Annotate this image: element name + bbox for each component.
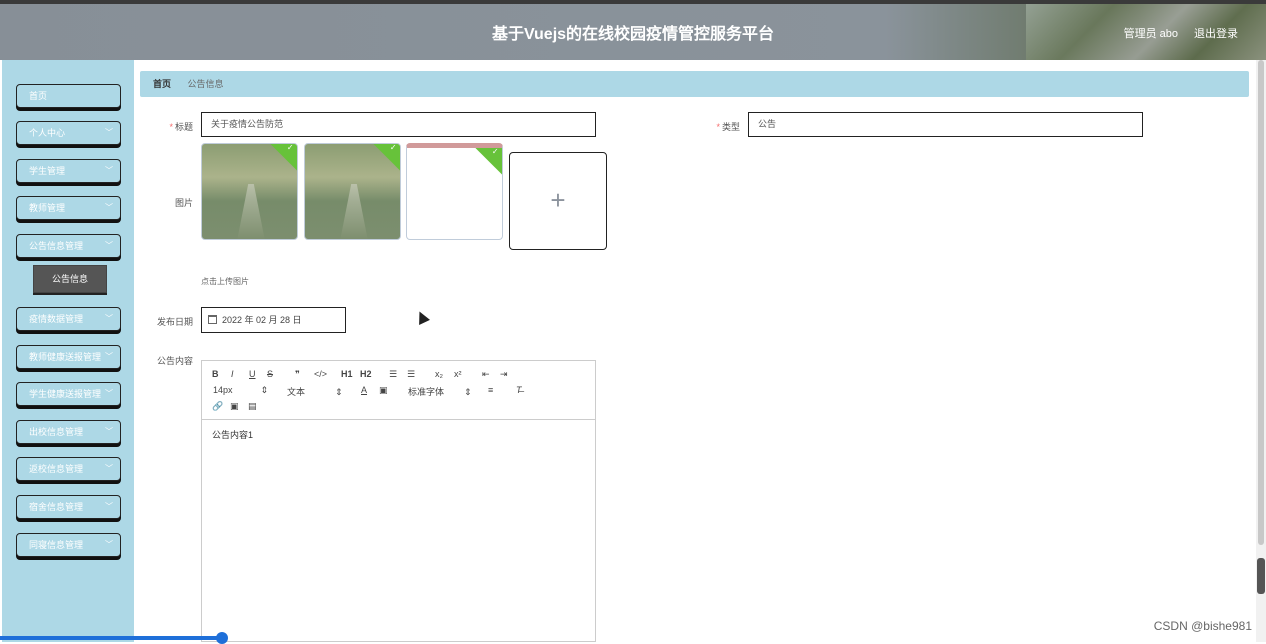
calendar-icon — [208, 315, 217, 324]
chevron-down-icon: ﹀ — [105, 502, 113, 511]
chevron-down-icon: ﹀ — [105, 540, 113, 549]
quote-button[interactable]: ❞ — [295, 369, 300, 380]
date-picker[interactable]: 2022 年 02 月 28 日 — [201, 307, 346, 333]
breadcrumb-current: 公告信息 — [187, 79, 224, 89]
type-input[interactable]: 公告 — [748, 112, 1143, 137]
scrollbar-thumb[interactable] — [1258, 60, 1264, 545]
image-content — [340, 184, 368, 239]
date-label: 发布日期 — [156, 317, 193, 327]
cursor-icon — [414, 309, 430, 325]
scrollbar-grip[interactable] — [1257, 558, 1265, 594]
video-icon[interactable]: ▤ — [248, 401, 257, 412]
outdent-icon[interactable]: ⇤ — [482, 369, 490, 380]
plus-icon: + — [550, 185, 566, 215]
chevron-down-icon: ﹀ — [105, 166, 113, 175]
menu-label: 个人中心 — [29, 128, 66, 138]
chevron-down-icon: ﹀ — [105, 314, 113, 323]
code-button[interactable]: </> — [314, 369, 327, 379]
title-label: * 标题 — [169, 122, 193, 132]
menu-label: 教师管理 — [29, 203, 66, 213]
menu-label: 同寝信息管理 — [29, 540, 84, 550]
uploaded-image[interactable]: ✓ — [201, 143, 298, 240]
upload-hint: 点击上传图片 — [201, 277, 249, 286]
align-icon[interactable]: ≡ — [488, 385, 493, 395]
bold-button[interactable]: B — [212, 369, 219, 379]
upload-button[interactable]: + — [509, 152, 607, 250]
strike-button[interactable]: S — [267, 369, 273, 379]
progress-knob[interactable] — [216, 632, 228, 644]
menu-item-leave-school[interactable]: 出校信息管理 ﹀ — [16, 420, 121, 444]
rich-text-editor: B I U S ❞ </> H1 H2 ☰ ☰ x₂ x² ⇤ ⇥ 14px ⇕ … — [201, 360, 596, 642]
menu-label: 学生健康送报管理 — [29, 389, 102, 399]
editor-content[interactable]: 公告内容1 — [202, 420, 595, 449]
date-value: 2022 年 02 月 28 日 — [222, 315, 302, 325]
menu-item-teacher-health[interactable]: 教师健康送报管理 ﹀ — [16, 345, 121, 369]
title-input[interactable]: 关于疫情公告防范 — [201, 112, 596, 137]
menu-item-student-health[interactable]: 学生健康送报管理 ﹀ — [16, 382, 121, 406]
menu-label: 出校信息管理 — [29, 427, 84, 437]
check-icon: ✓ — [474, 148, 502, 175]
editor-toolbar: B I U S ❞ </> H1 H2 ☰ ☰ x₂ x² ⇤ ⇥ 14px ⇕ … — [202, 361, 595, 420]
link-icon[interactable]: 🔗 — [212, 401, 223, 412]
chevron-down-icon: ﹀ — [105, 203, 113, 212]
subscript-button[interactable]: x₂ — [435, 369, 443, 379]
chevron-down-icon: ﹀ — [105, 427, 113, 436]
chevron-down-icon: ﹀ — [105, 352, 113, 361]
logout-link[interactable]: 退出登录 — [1194, 25, 1238, 41]
type-label: * 类型 — [716, 122, 740, 132]
menu-item-dormitory[interactable]: 宿舍信息管理 ﹀ — [16, 495, 121, 519]
menu-item-notices[interactable]: 公告信息管理 ﹀ — [16, 234, 121, 258]
image-icon[interactable]: ▣ — [230, 401, 239, 412]
ordered-list-button[interactable]: ☰ — [389, 369, 397, 380]
font-size-select[interactable]: 14px ⇕ — [213, 385, 268, 396]
menu-item-personal[interactable]: 个人中心 ﹀ — [16, 121, 121, 145]
indent-icon[interactable]: ⇥ — [500, 369, 508, 380]
breadcrumb: 首页 公告信息 — [140, 71, 1249, 97]
menu-item-return-school[interactable]: 返校信息管理 ﹀ — [16, 457, 121, 481]
app-title: 基于Vuejs的在线校园疫情管控服务平台 — [491, 26, 775, 43]
chevron-down-icon: ﹀ — [105, 464, 113, 473]
video-progress-bar[interactable] — [0, 632, 228, 644]
menu-label: 公告信息管理 — [29, 241, 84, 251]
bullet-list-button[interactable]: ☰ — [407, 369, 415, 380]
page-scrollbar[interactable] — [1256, 60, 1266, 642]
chevron-down-icon: ﹀ — [105, 389, 113, 398]
menu-label: 疫情数据管理 — [29, 314, 84, 324]
menu-item-teachers[interactable]: 教师管理 ﹀ — [16, 196, 121, 220]
heading-select[interactable]: 文本 ⇕ — [287, 385, 343, 398]
menu-label: 宿舍信息管理 — [29, 502, 84, 512]
underline-button[interactable]: U — [249, 369, 256, 379]
text-color-icon[interactable]: A — [361, 385, 367, 395]
chevron-down-icon: ﹀ — [105, 128, 113, 137]
menu-label: 教师健康送报管理 — [29, 352, 102, 362]
content-label: 公告内容 — [156, 356, 193, 366]
font-family-select[interactable]: 标准字体 ⇕ — [408, 385, 472, 398]
breadcrumb-home[interactable]: 首页 — [153, 79, 171, 89]
menu-item-home[interactable]: 首页 — [16, 84, 121, 108]
check-icon: ✓ — [372, 144, 400, 171]
menu-item-students[interactable]: 学生管理 ﹀ — [16, 159, 121, 183]
submenu-item-notice-info[interactable]: 公告信息 — [33, 265, 107, 293]
menu-label: 学生管理 — [29, 166, 66, 176]
sidebar: 首页 个人中心 ﹀ 学生管理 ﹀ 教师管理 ﹀ 公告信息管理 ﹀ 公告信息 疫情数据管理… — [2, 60, 134, 642]
background-color-icon[interactable]: ▣ — [379, 385, 388, 396]
superscript-button[interactable]: x² — [454, 369, 462, 379]
menu-label: 返校信息管理 — [29, 464, 84, 474]
menu-label: 首页 — [29, 91, 48, 101]
uploaded-image[interactable]: ✓ — [304, 143, 401, 240]
app-header: 基于Vuejs的在线校园疫情管控服务平台 管理员 abo 退出登录 — [0, 0, 1266, 60]
menu-item-roommates[interactable]: 同寝信息管理 ﹀ — [16, 533, 121, 557]
italic-button[interactable]: I — [231, 369, 234, 379]
image-label: 图片 — [174, 198, 193, 208]
menu-item-epidemic-data[interactable]: 疫情数据管理 ﹀ — [16, 307, 121, 331]
clear-format-icon[interactable]: T̶ — [516, 385, 522, 395]
image-content — [237, 184, 265, 239]
check-icon: ✓ — [269, 144, 297, 171]
watermark: CSDN @bishe981 — [1153, 619, 1252, 633]
current-user: 管理员 abo — [1123, 28, 1178, 40]
chevron-down-icon: ﹀ — [105, 241, 113, 250]
h1-button[interactable]: H1 — [341, 369, 353, 379]
h2-button[interactable]: H2 — [360, 369, 372, 379]
uploaded-image[interactable]: ✓ — [406, 143, 503, 240]
